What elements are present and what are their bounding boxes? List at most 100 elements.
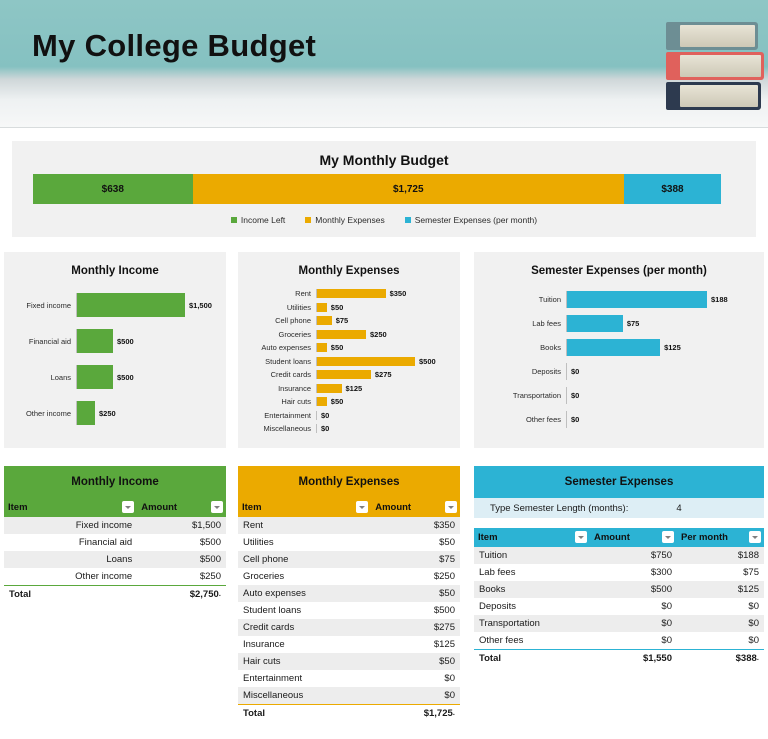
table-row[interactable]: Loans $500 xyxy=(4,551,226,568)
cell-item: Loans xyxy=(4,551,138,568)
legend-swatch-icon xyxy=(230,217,237,223)
table-row[interactable]: Lab fees $300 $75 xyxy=(474,564,764,581)
chart-bar-track: $250 xyxy=(316,329,460,339)
page-title: My College Budget xyxy=(32,28,317,63)
chart-category-label: Loans xyxy=(50,372,71,382)
chart-bar-track: $75 xyxy=(566,314,764,332)
cell-item: Utilities xyxy=(243,537,274,548)
chart-bar-row: Student loans $500 xyxy=(238,355,460,369)
cell-per-month: $0 xyxy=(677,615,764,632)
table-total-row: Total $1,550 $388‧ xyxy=(474,648,764,668)
table-row[interactable]: Miscellaneous $0 xyxy=(238,687,460,704)
budget-segment-1: $1,725 xyxy=(192,174,624,204)
chart-value-label: $50 xyxy=(330,397,344,407)
table-row[interactable]: Utilities $50 xyxy=(238,534,460,551)
table-row[interactable]: Auto expenses $50 xyxy=(238,585,460,602)
cell-item: Transportation xyxy=(474,615,590,632)
table-row[interactable]: Tuition $750 $188 xyxy=(474,547,764,564)
legend-label: Monthly Expenses xyxy=(315,215,385,225)
chart-bar-row: Groceries $250 xyxy=(238,328,460,342)
cell-amount: $0 xyxy=(661,601,672,612)
table-row[interactable]: Financial aid $500 xyxy=(4,534,226,551)
table-row[interactable]: Student loans $500 xyxy=(238,602,460,619)
table-row[interactable]: Cell phone $75 xyxy=(238,551,460,568)
table-row[interactable]: Other fees $0 $0 xyxy=(474,632,764,649)
chart-bar-track: $0 xyxy=(566,386,764,404)
total-amount: $1,725‧ xyxy=(371,703,460,723)
cell-item: Miscellaneous xyxy=(238,687,372,704)
cell-amount: $275 xyxy=(371,619,460,636)
chart-category-label: Fixed income xyxy=(26,300,71,310)
chart-value-label: $0 xyxy=(571,366,580,376)
filter-dropdown-icon[interactable] xyxy=(749,531,761,543)
chart-plot-area: Fixed income $1,500 Financial aid $500 Loans… xyxy=(4,287,226,431)
chart-category-label: Deposits xyxy=(531,366,561,376)
chart-bar xyxy=(77,329,113,353)
table-row[interactable]: Other income $250 xyxy=(4,568,226,585)
chart-bar xyxy=(317,383,342,393)
legend-swatch-icon xyxy=(305,217,312,223)
chart-bar-row: Miscellaneous $0 xyxy=(238,422,460,436)
table-row[interactable]: Rent $350 xyxy=(238,517,460,534)
chart-bar-row: Rent $350 xyxy=(238,287,460,301)
cell-per-month: $125 xyxy=(677,581,764,598)
chart-category-label: Books xyxy=(540,342,561,352)
table-row[interactable]: Fixed income $1,500 xyxy=(4,517,226,534)
table-row[interactable]: Transportation $0 $0 xyxy=(474,615,764,632)
filter-dropdown-icon[interactable] xyxy=(445,501,457,513)
table-header-row: Item Amount xyxy=(4,498,226,517)
chart-bar xyxy=(317,397,327,407)
filter-dropdown-icon[interactable] xyxy=(211,501,223,513)
table-row[interactable]: Credit cards $275 xyxy=(238,619,460,636)
chart-value-label: $75 xyxy=(626,318,640,328)
chart-bar-track: $0 xyxy=(566,362,764,380)
table-block-monthly-income: Monthly Income Item Amount Fixed income $… xyxy=(4,466,226,604)
table-banner-semester-expenses: Semester Expenses xyxy=(474,466,764,498)
chart-bar xyxy=(317,316,332,326)
cell-amount: $0 xyxy=(590,615,677,632)
cell-item: Cell phone xyxy=(238,551,372,568)
filter-dropdown-icon[interactable] xyxy=(575,531,587,543)
filter-dropdown-icon[interactable] xyxy=(356,501,369,513)
chart-bar-row: Books $125 xyxy=(474,335,764,359)
cell-item: Insurance xyxy=(243,639,285,650)
semester-length-row[interactable]: Type Semester Length (months): 4 xyxy=(474,498,764,518)
cell-item: Tuition xyxy=(474,547,590,564)
chart-value-label: $275 xyxy=(374,370,392,380)
cell-item: Student loans xyxy=(243,605,302,616)
cell-amount: $300 xyxy=(650,567,672,578)
filter-dropdown-icon[interactable] xyxy=(662,531,674,543)
chart-category-label: Tuition xyxy=(538,294,561,304)
chart-category-label: Utilities xyxy=(286,302,311,312)
cell-amount: $0 xyxy=(444,673,455,684)
budget-segment-0: $638 xyxy=(33,174,193,204)
chart-bar-row: Entertainment $0 xyxy=(238,409,460,423)
semester-length-input[interactable]: 4 xyxy=(676,503,681,514)
page-banner: My College Budget xyxy=(0,0,768,128)
table-row[interactable]: Deposits $0 $0 xyxy=(474,598,764,615)
table-row[interactable]: Entertainment $0 xyxy=(238,670,460,687)
chart-category-label: Insurance xyxy=(278,383,311,393)
chart-bar-row: Transportation $0 xyxy=(474,383,764,407)
chart-bar xyxy=(567,338,661,356)
table-row[interactable]: Books $500 $125 xyxy=(474,581,764,598)
table-total-row: Total $2,750‧ xyxy=(4,584,226,604)
chart-value-label: $500 xyxy=(419,356,436,366)
semester-expenses-table: Item Amount Per month Tuition $750 $188 Lab… xyxy=(474,528,764,668)
cell-item: Books xyxy=(474,581,590,598)
budget-segment-2: $388 xyxy=(623,174,721,204)
table-row[interactable]: Hair cuts $50 xyxy=(238,653,460,670)
chart-category-label: Student loans xyxy=(265,356,311,366)
chart-bar xyxy=(567,314,623,332)
cell-amount: $1,500 xyxy=(137,517,226,534)
chart-value-label: $250 xyxy=(99,408,116,418)
chart-bar-track: $0 xyxy=(316,410,460,420)
chart-panel-semester-expenses: Semester Expenses (per month) Tuition $18… xyxy=(474,252,764,448)
cell-amount: $0 xyxy=(661,634,672,646)
table-row[interactable]: Insurance $125 xyxy=(238,636,460,653)
budget-stacked-bar: $638 $1,725 $388 xyxy=(33,174,721,204)
table-row[interactable]: Groceries $250 xyxy=(238,568,460,585)
filter-dropdown-icon[interactable] xyxy=(122,501,135,513)
cell-per-month: $0 xyxy=(748,634,759,646)
table-banner-monthly-expenses: Monthly Expenses xyxy=(238,466,460,498)
